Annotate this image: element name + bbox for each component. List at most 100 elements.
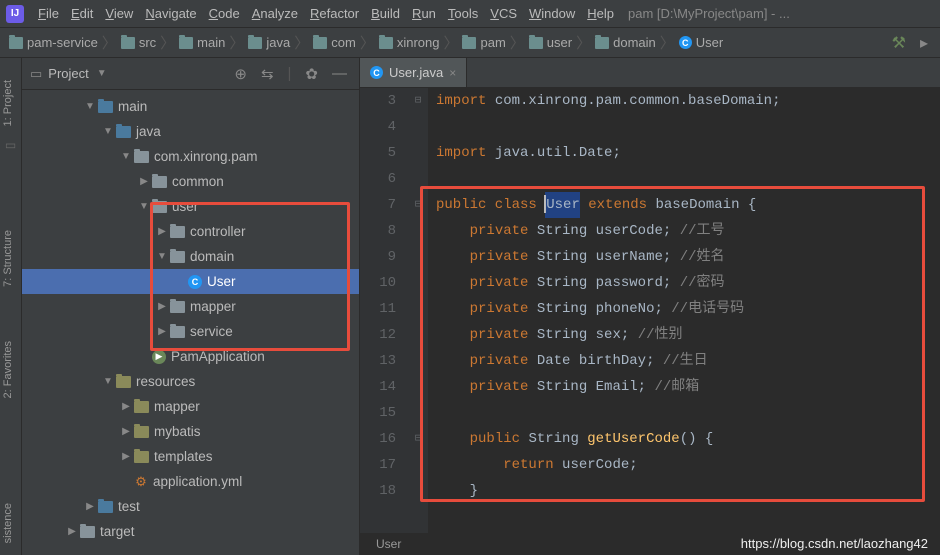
- code-content[interactable]: import com.xinrong.pam.common.baseDomain…: [428, 88, 940, 533]
- divider: |: [284, 65, 296, 82]
- code-line[interactable]: public String getUserCode() {: [436, 426, 940, 452]
- crumb-user[interactable]: CUser: [676, 35, 726, 50]
- close-icon[interactable]: ×: [449, 66, 456, 80]
- code-line[interactable]: private String userName; //姓名: [436, 244, 940, 270]
- menu-code[interactable]: Code: [203, 6, 246, 21]
- tree-item-target[interactable]: target: [22, 519, 359, 544]
- menu-analyze[interactable]: Analyze: [246, 6, 304, 21]
- tab-project[interactable]: 1: Project: [0, 68, 21, 138]
- menu-vcs[interactable]: VCS: [484, 6, 523, 21]
- tree-item-mybatis[interactable]: mybatis: [22, 419, 359, 444]
- tree-item-common[interactable]: common: [22, 169, 359, 194]
- menu-navigate[interactable]: Navigate: [139, 6, 202, 21]
- tab-favorites[interactable]: 2: Favorites: [0, 329, 21, 410]
- code-line[interactable]: private String sex; //性别: [436, 322, 940, 348]
- collapse-icon[interactable]: ⇆: [257, 65, 278, 83]
- tree-item-mapper[interactable]: mapper: [22, 394, 359, 419]
- fold-marker[interactable]: ⊟: [408, 192, 428, 218]
- fold-marker[interactable]: ⊟: [408, 426, 428, 452]
- chevron-down-icon[interactable]: [138, 201, 150, 212]
- code-line[interactable]: return userCode;: [436, 452, 940, 478]
- crumb-user[interactable]: user: [526, 35, 575, 50]
- hide-icon[interactable]: —: [328, 65, 351, 82]
- project-panel-title[interactable]: Project: [48, 66, 88, 81]
- crumb-com[interactable]: com: [310, 35, 359, 50]
- chevron-right-icon[interactable]: [84, 501, 96, 512]
- run-config-icon[interactable]: ▸: [920, 33, 928, 53]
- menu-build[interactable]: Build: [365, 6, 406, 21]
- code-line[interactable]: private String userCode; //工号: [436, 218, 940, 244]
- tree-item-test[interactable]: test: [22, 494, 359, 519]
- chevron-down-icon[interactable]: [156, 251, 168, 262]
- crumb-src[interactable]: src: [118, 35, 159, 50]
- line-number: 4: [360, 114, 396, 140]
- menu-file[interactable]: File: [32, 6, 65, 21]
- code-line[interactable]: private Date birthDay; //生日: [436, 348, 940, 374]
- tree-item-java[interactable]: java: [22, 119, 359, 144]
- fold-marker: [408, 348, 428, 374]
- tree-item-domain[interactable]: domain: [22, 244, 359, 269]
- crumb-pam-service[interactable]: pam-service: [6, 35, 101, 50]
- chevron-right-icon[interactable]: [156, 301, 168, 312]
- chevron-right-icon[interactable]: [156, 326, 168, 337]
- menu-window[interactable]: Window: [523, 6, 581, 21]
- chevron-right-icon[interactable]: [120, 401, 132, 412]
- editor-tab-user-java[interactable]: C User.java ×: [360, 58, 467, 87]
- code-line[interactable]: import com.xinrong.pam.common.baseDomain…: [436, 88, 940, 114]
- tree-item-service[interactable]: service: [22, 319, 359, 344]
- tree-item-user[interactable]: user: [22, 194, 359, 219]
- menu-edit[interactable]: Edit: [65, 6, 99, 21]
- tree-item-label: mapper: [190, 299, 236, 314]
- code-line[interactable]: [436, 400, 940, 426]
- tree-item-user[interactable]: CUser: [22, 269, 359, 294]
- tree-item-label: main: [118, 99, 147, 114]
- tree-item-pamapplication[interactable]: ▶PamApplication: [22, 344, 359, 369]
- tree-item-com-xinrong-pam[interactable]: com.xinrong.pam: [22, 144, 359, 169]
- menu-help[interactable]: Help: [581, 6, 620, 21]
- code-line[interactable]: [436, 166, 940, 192]
- fold-margin[interactable]: ⊟ ⊟ ⊟: [408, 88, 428, 533]
- crumb-pam[interactable]: pam: [459, 35, 508, 50]
- tree-item-application-yml[interactable]: ⚙application.yml: [22, 469, 359, 494]
- code-line[interactable]: }: [436, 478, 940, 504]
- target-icon[interactable]: ⊕: [230, 65, 251, 83]
- chevron-right-icon[interactable]: [120, 451, 132, 462]
- code-line[interactable]: public class User extends baseDomain {: [436, 192, 940, 218]
- crumb-xinrong[interactable]: xinrong: [376, 35, 443, 50]
- footer-class-name[interactable]: User: [376, 537, 401, 551]
- code-line[interactable]: import java.util.Date;: [436, 140, 940, 166]
- menu-view[interactable]: View: [99, 6, 139, 21]
- crumb-java[interactable]: java: [245, 35, 293, 50]
- chevron-down-icon[interactable]: ▼: [97, 68, 107, 79]
- chevron-down-icon[interactable]: [102, 126, 114, 137]
- tree-item-main[interactable]: main: [22, 94, 359, 119]
- menu-run[interactable]: Run: [406, 6, 442, 21]
- code-line[interactable]: private String phoneNo; //电话号码: [436, 296, 940, 322]
- tree-item-mapper[interactable]: mapper: [22, 294, 359, 319]
- chevron-right-icon[interactable]: [66, 526, 78, 537]
- fold-marker[interactable]: ⊟: [408, 88, 428, 114]
- chevron-down-icon[interactable]: [84, 101, 96, 112]
- code-line[interactable]: private String Email; //邮箱: [436, 374, 940, 400]
- menu-tools[interactable]: Tools: [442, 6, 484, 21]
- menu-refactor[interactable]: Refactor: [304, 6, 365, 21]
- gear-icon[interactable]: ✿: [301, 65, 322, 83]
- hammer-icon[interactable]: ⚒: [892, 33, 906, 53]
- project-tree[interactable]: main javacom.xinrong.pamcommonusercontrol…: [22, 90, 359, 555]
- chevron-right-icon[interactable]: [138, 176, 150, 187]
- tab-structure[interactable]: 7: Structure: [0, 218, 21, 299]
- chevron-right-icon[interactable]: [156, 226, 168, 237]
- tree-item-controller[interactable]: controller: [22, 219, 359, 244]
- chevron-down-icon[interactable]: [102, 376, 114, 387]
- code-line[interactable]: private String password; //密码: [436, 270, 940, 296]
- chevron-right-icon[interactable]: [120, 426, 132, 437]
- code-line[interactable]: [436, 114, 940, 140]
- tree-item-templates[interactable]: templates: [22, 444, 359, 469]
- tree-item-resources[interactable]: resources: [22, 369, 359, 394]
- crumb-main[interactable]: main: [176, 35, 228, 50]
- crumb-domain[interactable]: domain: [592, 35, 659, 50]
- folder-icon: [80, 526, 95, 538]
- chevron-down-icon[interactable]: [120, 151, 132, 162]
- code-area[interactable]: 3456789101112131415161718 ⊟⊟⊟ import com…: [360, 88, 940, 533]
- tab-persistence[interactable]: sistence: [0, 491, 21, 555]
